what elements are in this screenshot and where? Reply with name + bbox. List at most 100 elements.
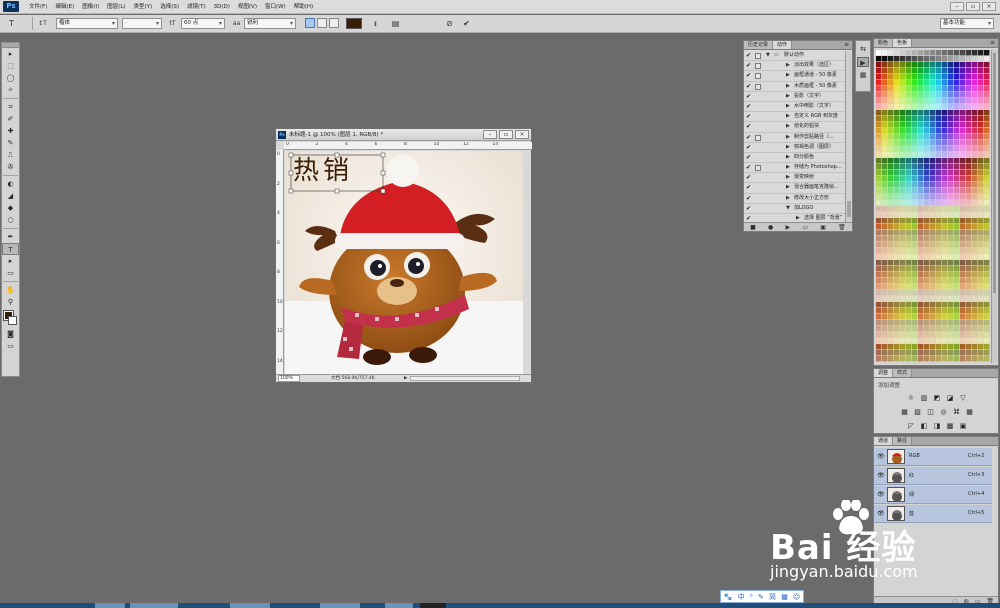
color-swatch[interactable] xyxy=(984,152,990,158)
action-row[interactable]: ✔ ▶ 自定义 RGB 到灰度 xyxy=(744,112,846,123)
color-swatch[interactable] xyxy=(960,116,966,122)
color-swatch[interactable] xyxy=(954,356,960,362)
color-swatch[interactable] xyxy=(924,164,930,170)
color-swatch[interactable] xyxy=(906,200,912,206)
doc-restore-button[interactable]: ▫ xyxy=(499,130,513,139)
color-swatch[interactable] xyxy=(984,158,990,164)
color-swatch[interactable] xyxy=(978,302,984,308)
color-swatch[interactable] xyxy=(972,74,978,80)
color-swatch[interactable] xyxy=(936,128,942,134)
color-swatch[interactable] xyxy=(900,338,906,344)
color-swatch[interactable] xyxy=(924,152,930,158)
color-swatch[interactable] xyxy=(936,110,942,116)
color-swatch[interactable] xyxy=(936,290,942,296)
color-swatch[interactable] xyxy=(978,278,984,284)
tab-channels[interactable]: 通道 xyxy=(874,437,894,445)
color-swatch[interactable] xyxy=(882,188,888,194)
taskbar-item[interactable] xyxy=(230,603,270,608)
color-swatch[interactable] xyxy=(972,230,978,236)
color-swatch[interactable] xyxy=(930,68,936,74)
color-swatch[interactable] xyxy=(948,74,954,80)
color-swatch[interactable] xyxy=(912,338,918,344)
color-swatch[interactable] xyxy=(954,68,960,74)
color-swatch[interactable] xyxy=(888,68,894,74)
color-swatch[interactable] xyxy=(876,164,882,170)
color-swatch[interactable] xyxy=(912,260,918,266)
color-swatch[interactable] xyxy=(894,140,900,146)
color-swatch[interactable] xyxy=(984,200,990,206)
panel-menu-icon[interactable]: ≡ xyxy=(844,41,852,49)
channel-row[interactable]: 👁 红 Ctrl+3 xyxy=(874,467,992,485)
color-swatch[interactable] xyxy=(924,98,930,104)
color-swatch[interactable] xyxy=(912,104,918,110)
color-swatch[interactable] xyxy=(894,200,900,206)
dialog-toggle-box[interactable] xyxy=(755,63,761,70)
color-swatch[interactable] xyxy=(942,134,948,140)
color-swatch[interactable] xyxy=(912,236,918,242)
color-swatch[interactable] xyxy=(924,230,930,236)
color-swatch[interactable] xyxy=(930,182,936,188)
color-swatch[interactable] xyxy=(912,266,918,272)
color-swatch[interactable] xyxy=(954,296,960,302)
color-swatch[interactable] xyxy=(972,290,978,296)
color-swatch[interactable] xyxy=(924,272,930,278)
expand-right-icon[interactable]: ▶ xyxy=(786,194,790,203)
eraser-tool-icon[interactable]: ◐ xyxy=(2,178,19,190)
tab-adjustments[interactable]: 调整 xyxy=(874,369,894,377)
color-swatch[interactable] xyxy=(912,254,918,260)
color-swatch[interactable] xyxy=(912,134,918,140)
color-swatch[interactable] xyxy=(888,98,894,104)
color-swatch[interactable] xyxy=(894,284,900,290)
color-swatch[interactable] xyxy=(978,338,984,344)
color-swatch[interactable] xyxy=(882,104,888,110)
color-swatch[interactable] xyxy=(954,188,960,194)
color-swatch[interactable] xyxy=(912,62,918,68)
color-swatch[interactable] xyxy=(918,266,924,272)
color-swatch[interactable] xyxy=(906,278,912,284)
color-swatch[interactable] xyxy=(900,50,906,56)
color-swatch[interactable] xyxy=(978,254,984,260)
swatches-scroll-thumb[interactable] xyxy=(993,53,996,293)
color-swatch[interactable] xyxy=(948,176,954,182)
color-swatch[interactable] xyxy=(882,140,888,146)
color-swatch[interactable] xyxy=(876,116,882,122)
color-swatch[interactable] xyxy=(906,176,912,182)
color-swatch[interactable] xyxy=(924,260,930,266)
color-swatch[interactable] xyxy=(948,200,954,206)
color-swatch[interactable] xyxy=(984,92,990,98)
color-swatch[interactable] xyxy=(882,80,888,86)
color-swatch[interactable] xyxy=(972,68,978,74)
color-swatch[interactable] xyxy=(966,194,972,200)
color-swatch[interactable] xyxy=(918,314,924,320)
color-swatch[interactable] xyxy=(912,170,918,176)
color-swatch[interactable] xyxy=(954,104,960,110)
color-swatch[interactable] xyxy=(876,122,882,128)
color-swatch[interactable] xyxy=(984,218,990,224)
color-swatch[interactable] xyxy=(906,260,912,266)
color-swatch[interactable] xyxy=(948,104,954,110)
color-swatch[interactable] xyxy=(936,236,942,242)
color-swatch[interactable] xyxy=(948,218,954,224)
color-swatch[interactable] xyxy=(942,176,948,182)
color-swatch[interactable] xyxy=(918,308,924,314)
color-swatch[interactable] xyxy=(978,218,984,224)
color-swatch[interactable] xyxy=(984,302,990,308)
horizontal-ruler[interactable]: 0 2 4 6 8 10 12 14 xyxy=(284,142,532,150)
color-swatch[interactable] xyxy=(984,194,990,200)
color-swatch[interactable] xyxy=(882,338,888,344)
color-swatch[interactable] xyxy=(966,128,972,134)
color-swatch[interactable] xyxy=(930,164,936,170)
color-swatch[interactable] xyxy=(936,272,942,278)
color-swatch[interactable] xyxy=(882,296,888,302)
crop-tool-icon[interactable]: ⌗ xyxy=(2,101,19,113)
color-swatch[interactable] xyxy=(984,68,990,74)
color-swatch[interactable] xyxy=(978,56,984,62)
color-swatch[interactable] xyxy=(936,308,942,314)
action-row[interactable]: ✔ ▶ 渐变映射 xyxy=(744,173,846,184)
color-swatch[interactable] xyxy=(972,122,978,128)
color-swatch[interactable] xyxy=(978,170,984,176)
color-swatch[interactable] xyxy=(930,230,936,236)
color-swatch[interactable] xyxy=(876,296,882,302)
color-swatch[interactable] xyxy=(888,344,894,350)
color-swatch[interactable] xyxy=(876,212,882,218)
